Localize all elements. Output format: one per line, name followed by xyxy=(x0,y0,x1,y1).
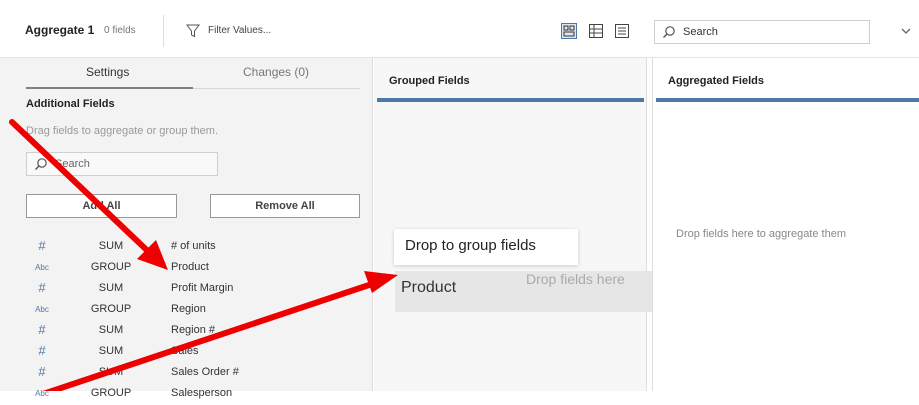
tab-changes[interactable]: Changes (0) xyxy=(243,65,309,79)
field-name: Region # xyxy=(171,324,216,336)
field-row[interactable]: # SUM Region # xyxy=(0,322,373,342)
field-row[interactable]: Abc GROUP Product xyxy=(0,260,373,279)
field-row[interactable]: # SUM Profit Margin xyxy=(0,280,373,300)
header-divider xyxy=(163,15,164,47)
aggregation-type[interactable]: GROUP xyxy=(88,303,134,315)
search-icon xyxy=(663,26,675,38)
field-row[interactable]: # SUM Sales Order # xyxy=(0,364,373,384)
dragged-field-product[interactable]: Product xyxy=(401,279,456,297)
step-header: Aggregate 1 0 fields Filter Values... Se… xyxy=(0,0,919,58)
aggregation-type[interactable]: SUM xyxy=(88,282,134,294)
aggregation-type[interactable]: SUM xyxy=(88,324,134,336)
remove-all-button[interactable]: Remove All xyxy=(210,194,360,218)
grouped-fields-accent-bar xyxy=(377,98,644,102)
filter-icon[interactable] xyxy=(186,24,200,38)
grouped-drop-hint: Drop fields here xyxy=(526,271,625,287)
field-row[interactable]: Abc GROUP Salesperson xyxy=(0,386,373,405)
hash-icon: # xyxy=(38,280,46,295)
aggregation-type[interactable]: SUM xyxy=(88,366,134,378)
search-placeholder: Search xyxy=(55,158,90,170)
settings-pane: Settings Changes (0) Additional Fields D… xyxy=(0,58,373,399)
field-name: Region xyxy=(171,303,206,315)
chevron-down-icon[interactable] xyxy=(900,26,912,36)
aggregated-fields-accent-bar xyxy=(656,98,919,102)
hash-icon: # xyxy=(38,238,46,253)
search-placeholder: Search xyxy=(683,26,718,38)
field-row[interactable]: # SUM # of units xyxy=(0,238,373,258)
grouped-fields-pane[interactable]: Grouped Fields xyxy=(374,58,652,391)
section-hint: Drag fields to aggregate or group them. xyxy=(26,125,219,137)
drop-tooltip: Drop to group fields xyxy=(394,229,578,265)
search-icon xyxy=(35,158,47,170)
filter-values-button[interactable]: Filter Values... xyxy=(208,25,271,36)
field-row[interactable]: # SUM Sales xyxy=(0,343,373,363)
tab-settings[interactable]: Settings xyxy=(86,65,129,79)
field-row[interactable]: Abc GROUP Region xyxy=(0,302,373,321)
aggregation-type[interactable]: GROUP xyxy=(88,261,134,273)
abc-icon: Abc xyxy=(35,305,49,314)
section-title: Additional Fields xyxy=(26,98,115,110)
active-tab-indicator xyxy=(26,87,193,89)
field-name: Sales Order # xyxy=(171,366,239,378)
grouped-fields-title: Grouped Fields xyxy=(389,75,470,87)
aggregated-fields-title: Aggregated Fields xyxy=(668,75,764,87)
aggregation-type[interactable]: SUM xyxy=(88,240,134,252)
search-input[interactable]: Search xyxy=(654,20,870,44)
field-name: # of units xyxy=(171,240,216,252)
field-name: Profit Margin xyxy=(171,282,234,294)
aggregation-type[interactable]: GROUP xyxy=(88,387,134,399)
hash-icon: # xyxy=(38,343,46,358)
field-name: Sales xyxy=(171,345,199,357)
abc-icon: Abc xyxy=(35,263,49,272)
tab-divider xyxy=(193,88,360,89)
grid-view-icon[interactable] xyxy=(588,23,604,39)
field-count: 0 fields xyxy=(104,25,136,36)
field-search-input[interactable]: Search xyxy=(26,152,218,176)
field-name: Salesperson xyxy=(171,387,233,399)
card-view-icon[interactable] xyxy=(561,23,577,39)
aggregation-type[interactable]: SUM xyxy=(88,345,134,357)
aggregated-drop-hint: Drop fields here to aggregate them xyxy=(676,228,846,240)
list-view-icon[interactable] xyxy=(614,23,630,39)
step-title[interactable]: Aggregate 1 xyxy=(25,23,94,37)
field-name: Product xyxy=(171,261,209,273)
hash-icon: # xyxy=(38,322,46,337)
aggregated-fields-pane[interactable]: Aggregated Fields xyxy=(652,58,919,391)
hash-icon: # xyxy=(38,364,46,379)
abc-icon: Abc xyxy=(35,389,49,398)
add-all-button[interactable]: Add All xyxy=(26,194,177,218)
